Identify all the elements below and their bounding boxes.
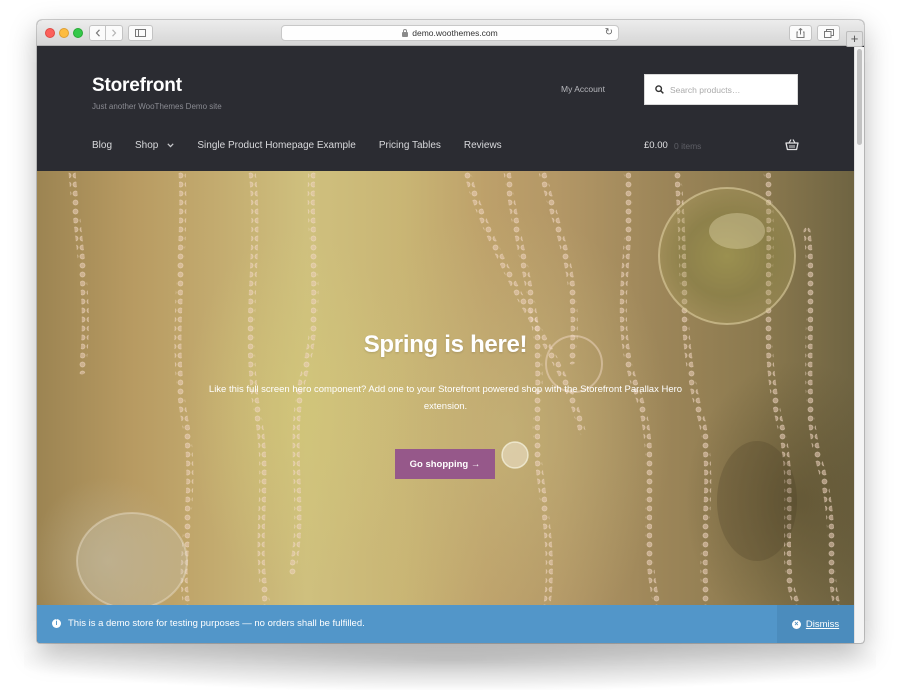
nav-item-shop-label: Shop xyxy=(135,140,159,151)
tabs-icon xyxy=(823,28,834,38)
lock-icon xyxy=(402,28,409,37)
basket-icon[interactable] xyxy=(785,138,799,152)
sidebar-toggle-button[interactable] xyxy=(128,25,153,41)
main-navigation: Blog Shop Single Product Homepage Exampl… xyxy=(92,140,525,151)
back-button[interactable] xyxy=(89,25,106,41)
hero-title: Spring is here! xyxy=(363,331,528,358)
cart-total[interactable]: £0.00 xyxy=(644,140,668,151)
nav-item-blog[interactable]: Blog xyxy=(92,140,112,151)
chevron-down-icon[interactable] xyxy=(167,143,175,148)
site-tagline: Just another WooThemes Demo site xyxy=(92,102,222,111)
chevron-left-icon xyxy=(95,29,100,37)
share-button[interactable] xyxy=(789,25,812,41)
dismiss-label: Dismiss xyxy=(805,618,840,630)
reload-icon[interactable]: ↻ xyxy=(605,27,613,38)
nav-item-single-product-homepage[interactable]: Single Product Homepage Example xyxy=(197,140,355,151)
scrollbar-thumb[interactable] xyxy=(857,49,862,145)
vertical-scrollbar[interactable] xyxy=(854,47,864,643)
hero-description: Like this full screen hero component? Ad… xyxy=(208,384,683,412)
go-shopping-button[interactable]: Go shopping → xyxy=(395,449,495,479)
nav-item-reviews[interactable]: Reviews xyxy=(464,140,502,151)
nav-item-shop[interactable]: Shop xyxy=(135,140,175,151)
site-header: Storefront Just another WooThemes Demo s… xyxy=(37,47,854,171)
dismiss-button[interactable]: × Dismiss xyxy=(777,605,854,643)
address-url: demo.woothemes.com xyxy=(412,28,498,38)
zoom-window-button[interactable] xyxy=(73,28,83,38)
new-tab-button[interactable]: + xyxy=(846,31,863,47)
notice-text: This is a demo store for testing purpose… xyxy=(68,618,365,629)
address-bar[interactable]: demo.woothemes.com ↻ xyxy=(281,25,619,41)
close-window-button[interactable] xyxy=(45,28,55,38)
site-title[interactable]: Storefront xyxy=(92,75,182,97)
chevron-right-icon xyxy=(112,29,117,37)
hero-section: Spring is here! Like this full screen he… xyxy=(37,171,854,605)
browser-window: demo.woothemes.com ↻ Storefront Just ano… xyxy=(37,20,864,643)
share-icon xyxy=(796,28,805,38)
cart-count[interactable]: 0 items xyxy=(674,141,701,151)
search-input[interactable] xyxy=(669,84,797,95)
tab-overview-button[interactable] xyxy=(817,25,840,41)
my-account-link[interactable]: My Account xyxy=(561,84,605,94)
close-circle-icon: × xyxy=(791,619,801,629)
search-icon xyxy=(655,85,664,94)
demo-store-notice: i This is a demo store for testing purpo… xyxy=(37,605,854,643)
info-icon: i xyxy=(52,619,61,628)
minimize-window-button[interactable] xyxy=(59,28,69,38)
sidebar-icon xyxy=(135,29,146,37)
forward-button[interactable] xyxy=(106,25,123,41)
search-box[interactable] xyxy=(644,74,798,105)
browser-toolbar: demo.woothemes.com ↻ xyxy=(37,20,864,46)
nav-item-pricing-tables[interactable]: Pricing Tables xyxy=(379,140,441,151)
